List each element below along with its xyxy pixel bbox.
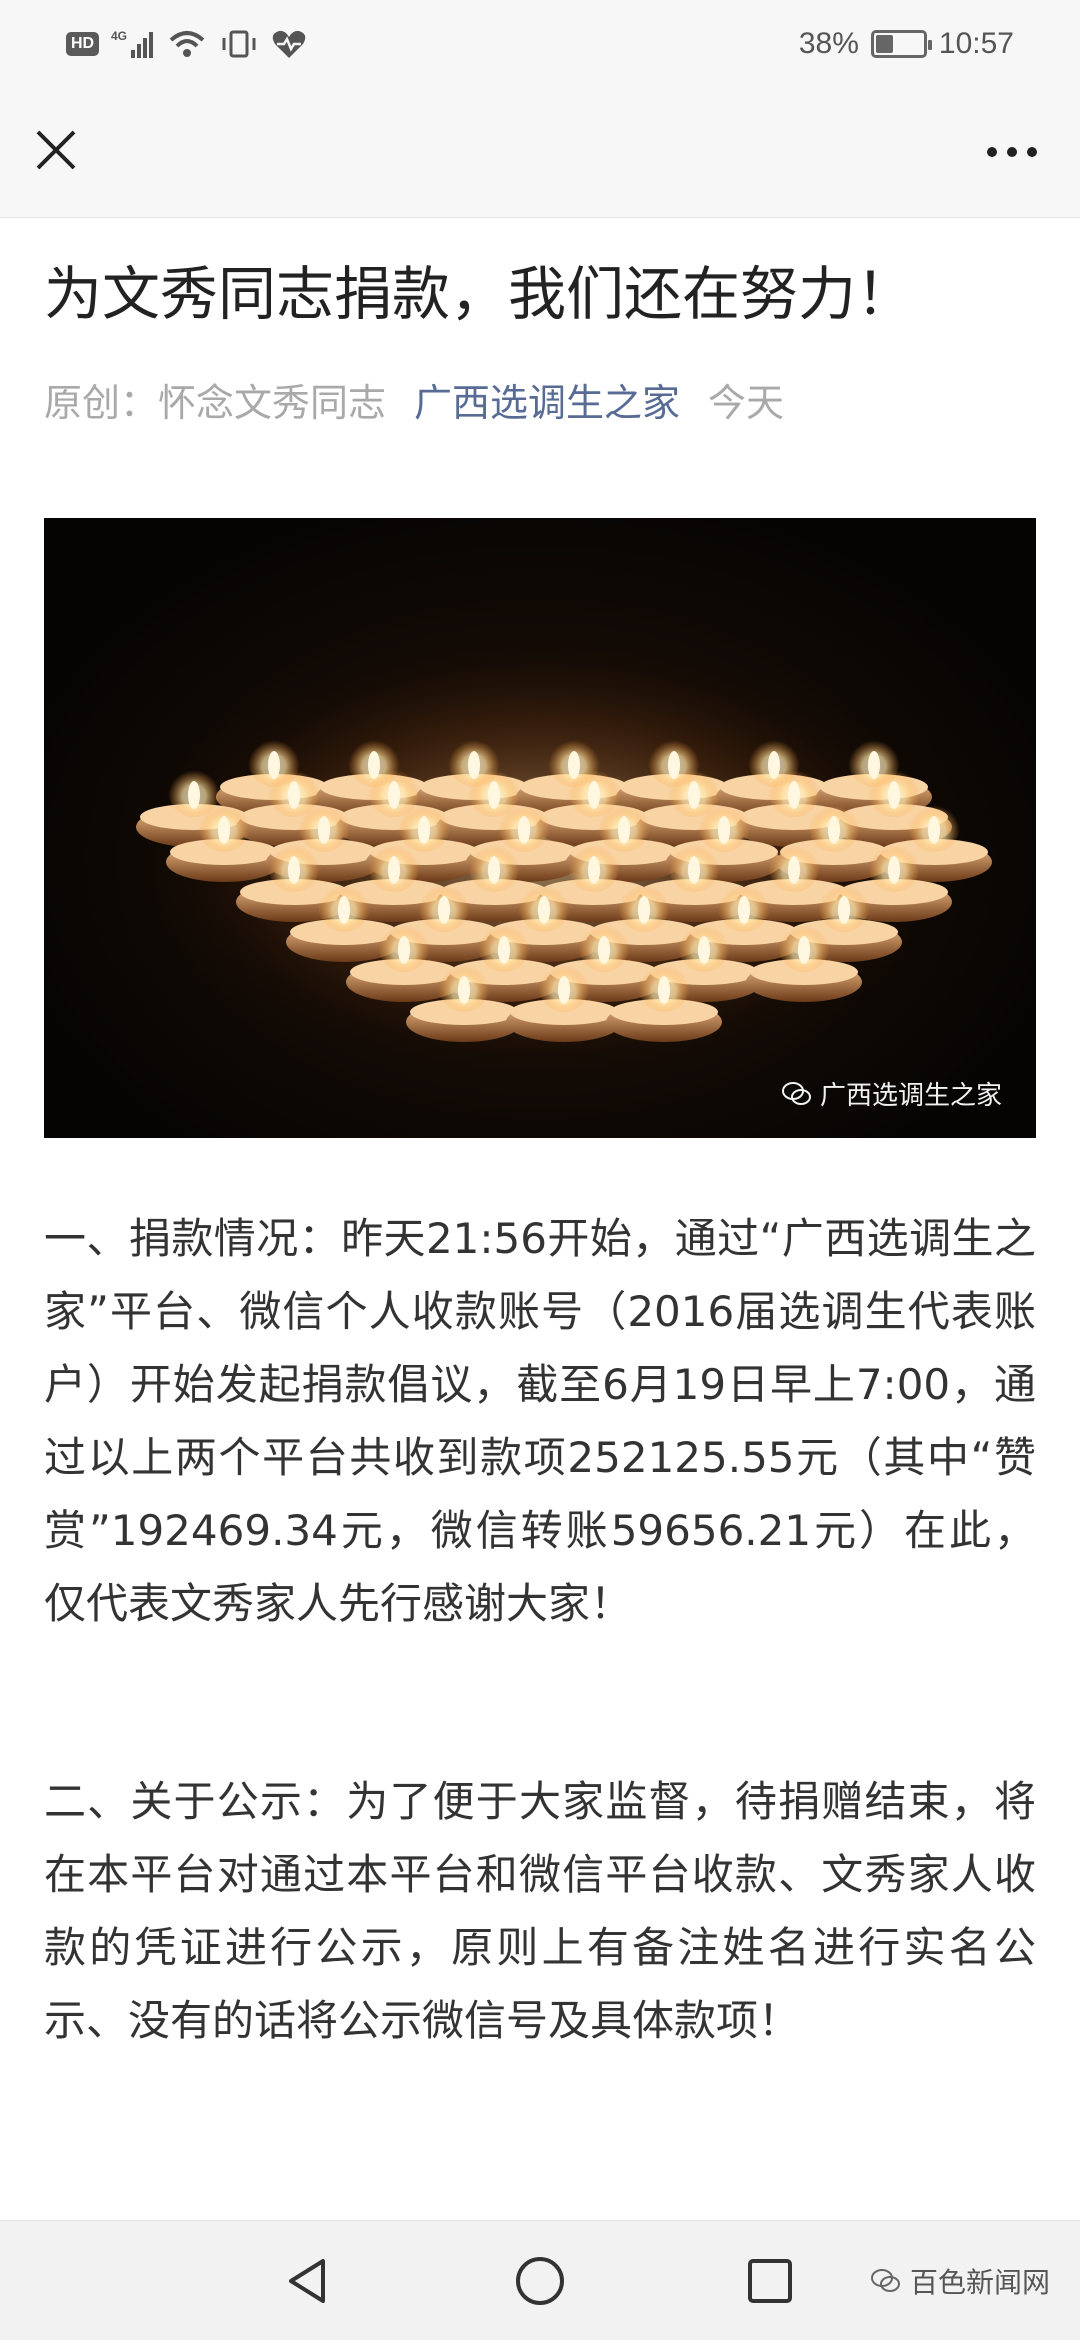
candle-heart-photo[interactable]: 广西选调生之家: [44, 518, 1036, 1138]
signal-icon: 4G: [111, 29, 154, 58]
hd-badge: HD: [66, 32, 100, 56]
status-icons-left: HD 4G: [66, 22, 307, 66]
status-bar: HD 4G 38% 10:57: [0, 0, 1080, 92]
article-meta: 原创：怀念文秀同志 广西选调生之家 今天: [44, 378, 784, 428]
heart-health-icon: [272, 30, 306, 58]
wechat-icon: [781, 1081, 811, 1105]
battery-icon: [870, 30, 932, 58]
wechat-icon: [870, 2269, 900, 2292]
top-nav-bar: [0, 92, 1080, 218]
candles-illustration: [114, 628, 992, 1088]
battery-percent: 38%: [798, 27, 859, 60]
more-icon[interactable]: [980, 132, 1044, 172]
battery-level: [875, 35, 894, 53]
account-name-link[interactable]: 广西选调生之家: [414, 381, 680, 425]
close-icon[interactable]: [28, 122, 84, 178]
vibrate-icon: [222, 30, 256, 58]
recent-apps-icon[interactable]: [740, 2251, 800, 2311]
source-watermark: 百色新闻网: [870, 2261, 1050, 2301]
wifi-icon: [169, 31, 205, 57]
back-icon[interactable]: [279, 2251, 339, 2311]
article-title: 为文秀同志捐款，我们还在努力！: [44, 260, 915, 328]
home-icon[interactable]: [510, 2251, 570, 2311]
paragraph-donation-status: 一、捐款情况：昨天21:56开始，通过“广西选调生之家”平台、微信个人收款账号（…: [44, 1214, 1036, 1628]
paragraph-public-notice: 二、关于公示：为了便于大家监督，待捐赠结束，将在本平台对通过本平台和微信平台收款…: [44, 1777, 1036, 2045]
watermark-text: 广西选调生之家: [819, 1081, 1002, 1111]
article: 为文秀同志捐款，我们还在努力！ 原创：怀念文秀同志 广西选调生之家 今天 广西选…: [0, 218, 1080, 2220]
network-type-label: 4G: [111, 29, 127, 43]
publish-date: 今天: [708, 381, 785, 425]
image-watermark: 广西选调生之家: [781, 1075, 1002, 1112]
clock: 10:57: [938, 27, 1014, 60]
system-nav-bar: 百色新闻网: [0, 2220, 1080, 2340]
original-author: 原创：怀念文秀同志: [44, 381, 387, 425]
source-name: 百色新闻网: [909, 2266, 1050, 2299]
status-icons-right: 38% 10:57: [799, 22, 1014, 66]
